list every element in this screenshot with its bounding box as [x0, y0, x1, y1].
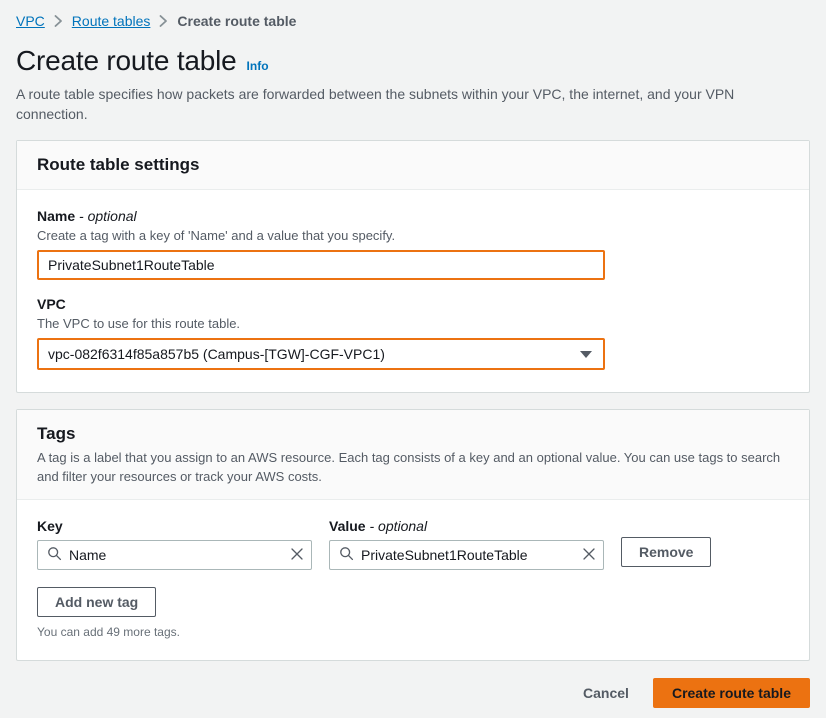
breadcrumb: VPC Route tables Create route table: [16, 0, 810, 34]
tag-action-column: Remove: [621, 516, 712, 567]
tags-card-description: A tag is a label that you assign to an A…: [37, 450, 781, 484]
route-table-settings-card: Route table settings Name - optional Cre…: [16, 140, 810, 393]
form-actions: Cancel Create route table: [16, 678, 810, 718]
name-field-label: Name - optional: [37, 206, 789, 226]
add-new-tag-button[interactable]: Add new tag: [37, 587, 157, 617]
vpc-select[interactable]: vpc-082f6314f85a857b5 (Campus-[TGW]-CGF-…: [37, 338, 605, 370]
close-icon[interactable]: [582, 547, 596, 564]
breadcrumb-item-current: Create route table: [177, 13, 297, 29]
cancel-button[interactable]: Cancel: [579, 679, 633, 707]
tag-value-label: Value - optional: [329, 516, 604, 536]
name-input-value: PrivateSubnet1RouteTable: [48, 257, 215, 273]
tag-key-label: Key: [37, 518, 63, 534]
breadcrumb-item-vpc[interactable]: VPC: [16, 13, 45, 29]
vpc-field-group: VPC The VPC to use for this route table.…: [37, 294, 789, 370]
tag-value-label-text: Value: [329, 518, 366, 534]
tags-card-body: Key Name Value - optional PrivateSubnet1…: [17, 500, 809, 660]
page-description: A route table specifies how packets are …: [16, 86, 735, 122]
settings-card-body: Name - optional Create a tag with a key …: [17, 190, 809, 392]
tags-card-title: Tags: [37, 424, 76, 443]
tag-key-value: Name: [69, 547, 107, 563]
name-label-text: Name: [37, 208, 76, 224]
chevron-right-icon: [54, 15, 63, 27]
name-optional-suffix: - optional: [79, 208, 137, 224]
tag-key-input[interactable]: Name: [37, 540, 312, 570]
settings-card-title: Route table settings: [37, 155, 200, 174]
settings-card-header: Route table settings: [17, 141, 809, 190]
page-title: Create route table: [16, 45, 237, 76]
create-route-table-button[interactable]: Create route table: [652, 678, 810, 708]
tag-row: Key Name Value - optional PrivateSubnet1…: [37, 516, 789, 570]
tag-key-column: Key Name: [37, 516, 312, 570]
close-icon[interactable]: [290, 547, 304, 564]
info-link[interactable]: Info: [247, 59, 269, 73]
tag-value-input[interactable]: PrivateSubnet1RouteTable: [329, 540, 604, 570]
vpc-select-value: vpc-082f6314f85a857b5 (Campus-[TGW]-CGF-…: [48, 346, 385, 362]
create-route-table-page: VPC Route tables Create route table Crea…: [0, 0, 826, 708]
search-icon: [339, 546, 354, 564]
breadcrumb-item-route-tables[interactable]: Route tables: [72, 13, 151, 29]
tag-value-optional-suffix: - optional: [369, 518, 428, 534]
add-tag-wrapper: Add new tag: [37, 587, 789, 617]
search-icon: [47, 546, 62, 564]
chevron-right-icon: [159, 15, 168, 27]
name-field-group: Name - optional Create a tag with a key …: [37, 206, 789, 280]
tags-remaining-hint: You can add 49 more tags.: [37, 625, 180, 639]
name-input[interactable]: PrivateSubnet1RouteTable: [37, 250, 605, 280]
tags-card-header: Tags A tag is a label that you assign to…: [17, 410, 809, 500]
page-header: Create route table Info: [16, 44, 810, 78]
tag-value-column: Value - optional PrivateSubnet1RouteTabl…: [329, 516, 604, 570]
tag-value-value: PrivateSubnet1RouteTable: [361, 547, 528, 563]
vpc-field-description: The VPC to use for this route table.: [37, 316, 241, 331]
name-field-description: Create a tag with a key of 'Name' and a …: [37, 228, 396, 243]
tags-card: Tags A tag is a label that you assign to…: [16, 409, 810, 661]
remove-tag-button[interactable]: Remove: [621, 537, 712, 567]
vpc-field-label: VPC: [37, 296, 66, 312]
chevron-down-icon: [580, 350, 592, 358]
